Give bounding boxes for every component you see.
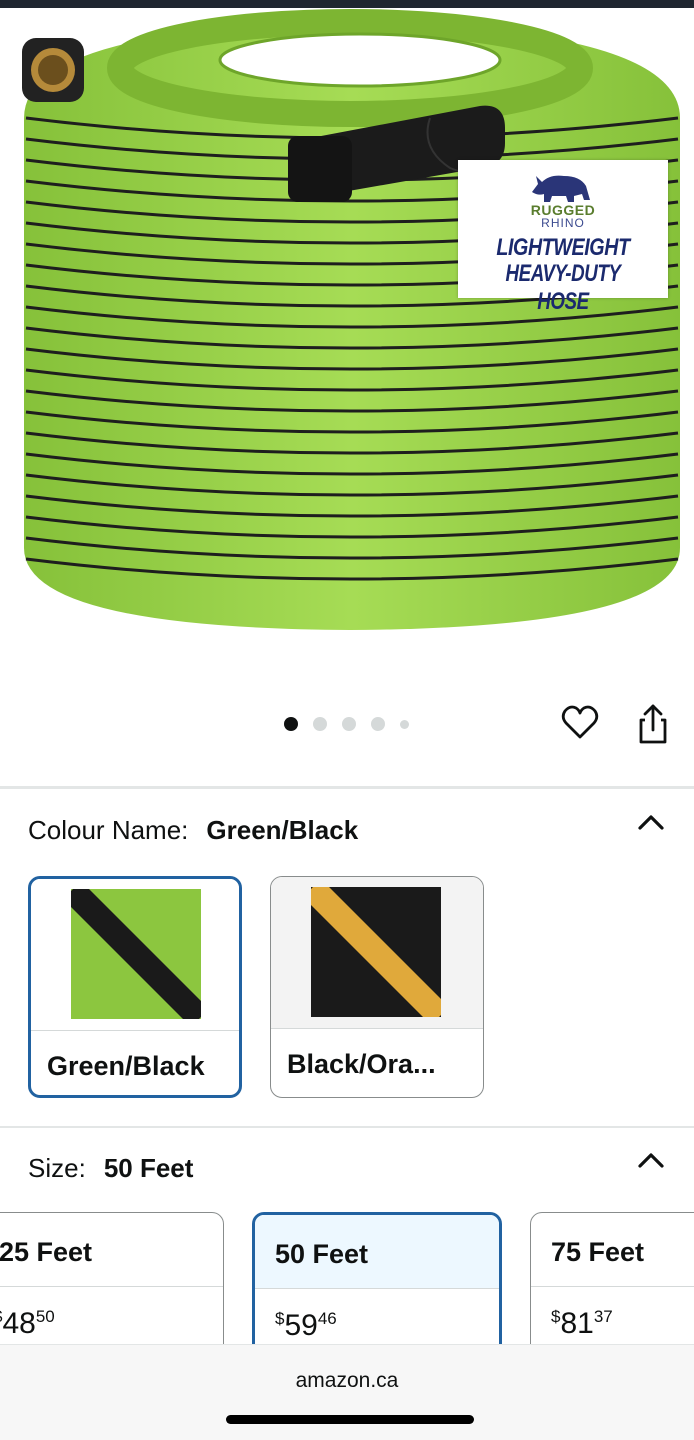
size-option-head: 75 Feet <box>531 1213 694 1287</box>
size-selected-value: 50 Feet <box>103 1152 194 1183</box>
price-cents: 50 <box>35 1307 55 1326</box>
price-dollars: 59 <box>284 1309 318 1342</box>
size-option-label: 50 Feet <box>275 1239 369 1269</box>
size-option-price: $8137 <box>551 1307 613 1341</box>
colour-collapse-button[interactable] <box>636 810 666 834</box>
rhino-logo-icon <box>532 175 590 202</box>
swatch-label: Black/Ora... <box>287 1049 436 1079</box>
home-indicator[interactable] <box>226 1415 474 1424</box>
address-url[interactable]: amazon.ca <box>0 1369 694 1393</box>
size-label: Size: <box>28 1152 86 1183</box>
hose-fitting-left <box>22 38 84 102</box>
swatch-image <box>271 877 483 1029</box>
section-divider <box>0 1126 694 1128</box>
swatch-label: Green/Black <box>47 1051 205 1081</box>
chevron-up-icon <box>638 1153 664 1168</box>
status-bar-strip <box>0 0 694 8</box>
black-orange-swatch <box>311 887 441 1017</box>
size-option-25-feet[interactable]: 25 Feet $4850 <box>0 1212 224 1362</box>
wishlist-button[interactable] <box>560 703 600 743</box>
size-option-label: 25 Feet <box>0 1237 93 1267</box>
size-header: Size: 50 Feet <box>28 1152 193 1184</box>
share-button[interactable] <box>633 702 673 746</box>
carousel-dot[interactable] <box>284 717 298 731</box>
brand-hang-tag: RUGGED RHINO LIGHTWEIGHT HEAVY-DUTY HOSE <box>458 160 668 315</box>
size-option-50-feet[interactable]: 50 Feet $5946 <box>252 1212 502 1362</box>
size-collapse-button[interactable] <box>636 1148 666 1172</box>
colour-selected-value: Green/Black <box>206 814 359 845</box>
brand-name-line2: RHINO <box>541 216 585 230</box>
price-cents: 37 <box>593 1307 613 1326</box>
tag-headline-2: HEAVY-DUTY HOSE <box>505 260 621 315</box>
section-divider <box>0 786 694 789</box>
product-image[interactable]: RUGGED RHINO LIGHTWEIGHT HEAVY-DUTY HOSE <box>0 8 694 698</box>
browser-address-bar[interactable]: amazon.ca <box>0 1344 694 1440</box>
size-option-label: 75 Feet <box>551 1237 645 1267</box>
share-icon <box>639 704 667 744</box>
hose-illustration <box>22 9 680 630</box>
heart-icon <box>561 705 599 739</box>
green-black-swatch <box>71 889 201 1019</box>
price-dollars: 81 <box>560 1307 594 1340</box>
carousel-dot[interactable] <box>342 717 356 731</box>
size-option-75-feet[interactable]: 75 Feet $8137 <box>530 1212 694 1362</box>
colour-header: Colour Name: Green/Black <box>28 814 358 846</box>
size-option-head: 50 Feet <box>255 1215 499 1289</box>
colour-option-green-black[interactable]: Green/Black <box>28 876 242 1098</box>
carousel-dot[interactable] <box>313 717 327 731</box>
colour-label: Colour Name: <box>28 814 189 845</box>
chevron-up-icon <box>638 815 664 830</box>
size-option-head: 25 Feet <box>0 1213 223 1287</box>
tag-headline-1: LIGHTWEIGHT <box>496 234 630 261</box>
price-cents: 46 <box>317 1309 337 1328</box>
colour-option-black-orange[interactable]: Black/Ora... <box>270 876 484 1098</box>
size-option-price: $5946 <box>275 1309 337 1343</box>
carousel-dot[interactable] <box>400 719 409 729</box>
price-dollars: 48 <box>2 1307 36 1340</box>
swatch-image <box>31 879 239 1031</box>
image-carousel-dots[interactable] <box>284 716 409 732</box>
carousel-dot[interactable] <box>371 717 385 731</box>
size-option-price: $4850 <box>0 1307 55 1341</box>
